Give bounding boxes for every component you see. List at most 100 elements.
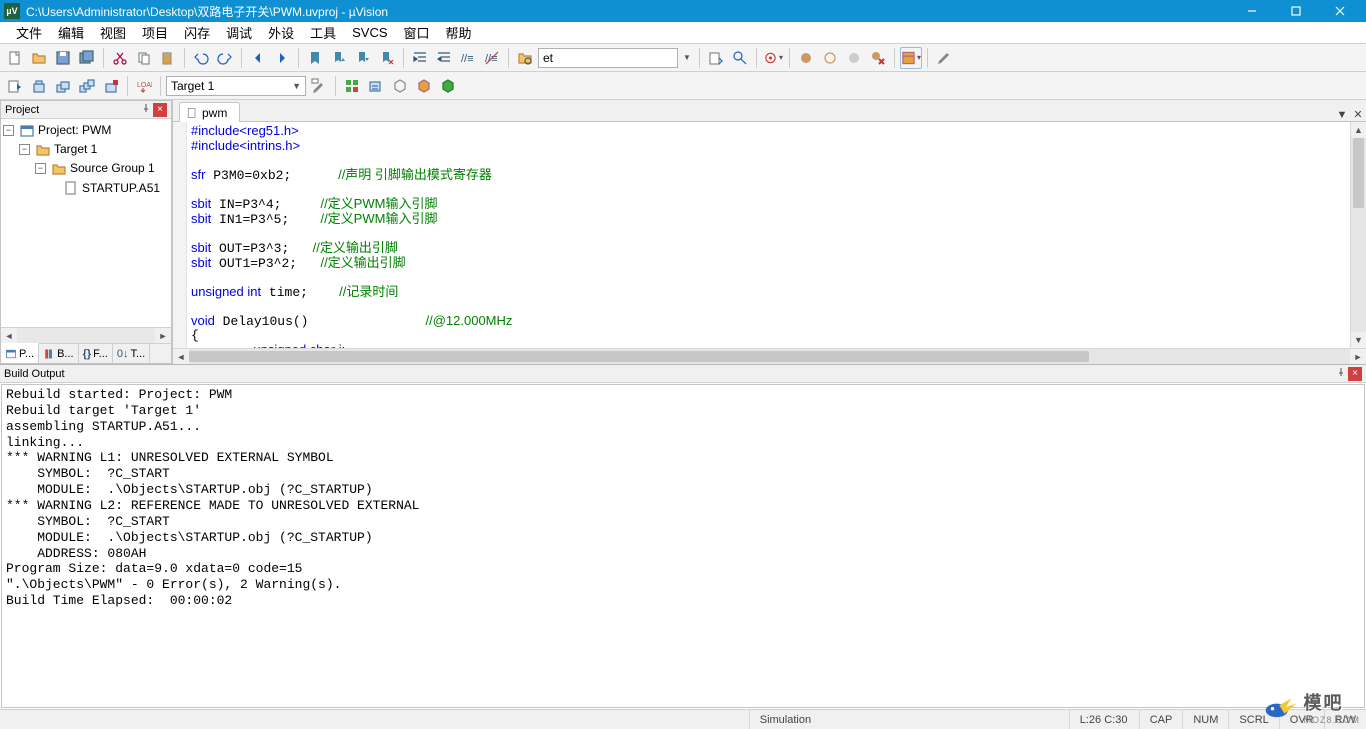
find-input[interactable] <box>538 48 678 68</box>
manage-project-items-button[interactable] <box>341 75 363 97</box>
outdent-button[interactable] <box>433 47 455 69</box>
status-mode: Simulation <box>749 710 1069 729</box>
undo-button[interactable] <box>190 47 212 69</box>
find-next-button[interactable] <box>705 47 727 69</box>
templates-tab-icon: 0↓ <box>117 348 129 360</box>
redo-button[interactable] <box>214 47 236 69</box>
editor-vscrollbar[interactable]: ▲▼ <box>1350 122 1366 348</box>
pack-installer-button[interactable] <box>437 75 459 97</box>
tab-functions[interactable]: {}F... <box>79 344 113 363</box>
status-rw: R/W <box>1324 710 1366 729</box>
minimize-button[interactable] <box>1230 0 1274 22</box>
menu-project[interactable]: 项目 <box>134 21 176 44</box>
project-panel: Project × − Project: PWM − Target 1 − So… <box>0 100 172 364</box>
target-combo-value: Target 1 <box>171 79 214 93</box>
tree-collapse-icon[interactable]: − <box>35 163 46 174</box>
tree-root-label: Project: PWM <box>38 121 111 140</box>
bookmark-clear-button[interactable] <box>376 47 398 69</box>
tab-project[interactable]: P... <box>1 343 39 363</box>
project-tree[interactable]: − Project: PWM − Target 1 − Source Group… <box>1 119 171 327</box>
tab-books[interactable]: B... <box>39 344 79 363</box>
editor-hscrollbar[interactable]: ◄► <box>173 348 1366 364</box>
tab-templates[interactable]: 0↓T... <box>113 344 150 363</box>
tree-collapse-icon[interactable]: − <box>19 144 30 155</box>
manage-rte-button[interactable] <box>389 75 411 97</box>
pin-icon[interactable] <box>141 103 151 116</box>
target-options-button[interactable] <box>308 75 330 97</box>
menu-peripherals[interactable]: 外设 <box>260 21 302 44</box>
nav-back-button[interactable] <box>247 47 269 69</box>
document-tab-label: pwm <box>202 106 227 120</box>
copy-button[interactable] <box>133 47 155 69</box>
folder-icon <box>51 161 67 177</box>
tree-file[interactable]: STARTUP.A51 <box>3 179 169 198</box>
tree-target[interactable]: − Target 1 <box>3 140 169 159</box>
menu-window[interactable]: 窗口 <box>396 21 438 44</box>
new-file-button[interactable] <box>4 47 26 69</box>
comment-button[interactable]: //≡ <box>457 47 479 69</box>
build-output-text[interactable]: Rebuild started: Project: PWM Rebuild ta… <box>1 384 1365 708</box>
workspace-icon <box>19 123 35 139</box>
tree-root[interactable]: − Project: PWM <box>3 121 169 140</box>
cut-button[interactable] <box>109 47 131 69</box>
project-tree-hscroll[interactable]: ◄► <box>1 327 171 343</box>
status-ovr: OVR <box>1279 710 1324 729</box>
menu-flash[interactable]: 闪存 <box>176 21 218 44</box>
translate-button[interactable] <box>4 75 26 97</box>
uncomment-button[interactable]: //≡ <box>481 47 503 69</box>
download-button[interactable]: LOAD <box>133 75 155 97</box>
code-editor[interactable]: #include<reg51.h> #include<intrins.h> sf… <box>173 122 1366 348</box>
paste-button[interactable] <box>157 47 179 69</box>
project-panel-close[interactable]: × <box>153 103 167 117</box>
breakpoint-enable-button[interactable] <box>819 47 841 69</box>
rebuild-button[interactable] <box>52 75 74 97</box>
status-scrl: SCRL <box>1228 710 1278 729</box>
batch-build-button[interactable] <box>76 75 98 97</box>
build-output-close[interactable]: × <box>1348 367 1362 381</box>
code-content[interactable]: #include<reg51.h> #include<intrins.h> sf… <box>187 122 1350 348</box>
save-button[interactable] <box>52 47 74 69</box>
find-in-files-button[interactable] <box>514 47 536 69</box>
menu-svcs[interactable]: SVCS <box>344 23 395 42</box>
tab-close-button[interactable]: ✕ <box>1350 108 1366 121</box>
bookmark-prev-button[interactable] <box>328 47 350 69</box>
menu-view[interactable]: 视图 <box>92 21 134 44</box>
bookmark-toggle-button[interactable] <box>304 47 326 69</box>
menu-tools[interactable]: 工具 <box>302 21 344 44</box>
tab-dropdown-button[interactable]: ▼ <box>1334 109 1350 121</box>
find-dropdown[interactable]: ▼ <box>680 47 694 69</box>
target-combo[interactable]: Target 1 ▼ <box>166 76 306 96</box>
breakpoint-kill-button[interactable] <box>867 47 889 69</box>
menu-file[interactable]: 文件 <box>8 21 50 44</box>
stop-build-button[interactable] <box>100 75 122 97</box>
menu-debug[interactable]: 调试 <box>218 21 260 44</box>
menu-help[interactable]: 帮助 <box>438 21 480 44</box>
build-button[interactable] <box>28 75 50 97</box>
window-layout-button[interactable]: ▾ <box>900 47 922 69</box>
tree-collapse-icon[interactable]: − <box>3 125 14 136</box>
manage-multi-project-button[interactable] <box>365 75 387 97</box>
save-all-button[interactable] <box>76 47 98 69</box>
open-file-button[interactable] <box>28 47 50 69</box>
document-tab-pwm[interactable]: pwm <box>179 102 240 122</box>
pin-icon[interactable] <box>1336 367 1346 380</box>
configure-button[interactable] <box>933 47 955 69</box>
folder-icon <box>35 142 51 158</box>
bookmark-next-button[interactable] <box>352 47 374 69</box>
incremental-find-button[interactable] <box>729 47 751 69</box>
svg-text://≡: //≡ <box>461 53 474 65</box>
tree-group[interactable]: − Source Group 1 <box>3 159 169 178</box>
debug-button[interactable]: ▾ <box>762 47 784 69</box>
status-num: NUM <box>1182 710 1228 729</box>
close-button[interactable] <box>1318 0 1362 22</box>
breakpoint-disable-button[interactable] <box>843 47 865 69</box>
project-panel-tabs: P... B... {}F... 0↓T... <box>1 343 171 363</box>
nav-forward-button[interactable] <box>271 47 293 69</box>
app-icon: µV <box>4 3 20 19</box>
select-packs-button[interactable] <box>413 75 435 97</box>
status-cursor-pos: L:26 C:30 <box>1069 710 1139 729</box>
menu-edit[interactable]: 编辑 <box>50 21 92 44</box>
breakpoint-insert-button[interactable] <box>795 47 817 69</box>
indent-button[interactable] <box>409 47 431 69</box>
maximize-button[interactable] <box>1274 0 1318 22</box>
